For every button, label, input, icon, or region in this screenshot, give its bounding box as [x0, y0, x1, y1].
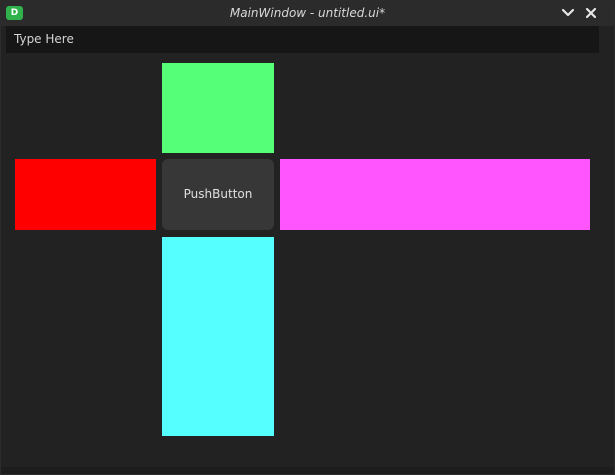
menu-type-here[interactable]: Type Here: [14, 26, 74, 53]
magenta-right-widget: [280, 159, 590, 230]
chevron-down-icon[interactable]: [560, 5, 576, 21]
close-icon[interactable]: [583, 5, 599, 21]
window-title: MainWindow - untitled.ui*: [229, 6, 386, 20]
push-button[interactable]: PushButton: [162, 159, 274, 230]
central-widget: [6, 53, 599, 467]
title-bar[interactable]: D MainWindow - untitled.ui*: [1, 1, 614, 26]
red-left-widget: [15, 159, 156, 230]
cyan-bottom-widget: [162, 237, 274, 436]
green-top-widget: [162, 63, 274, 153]
status-strip: [1, 467, 614, 474]
main-window: D MainWindow - untitled.ui* Type Here Pu…: [0, 0, 615, 475]
menu-bar: Type Here: [6, 26, 599, 53]
